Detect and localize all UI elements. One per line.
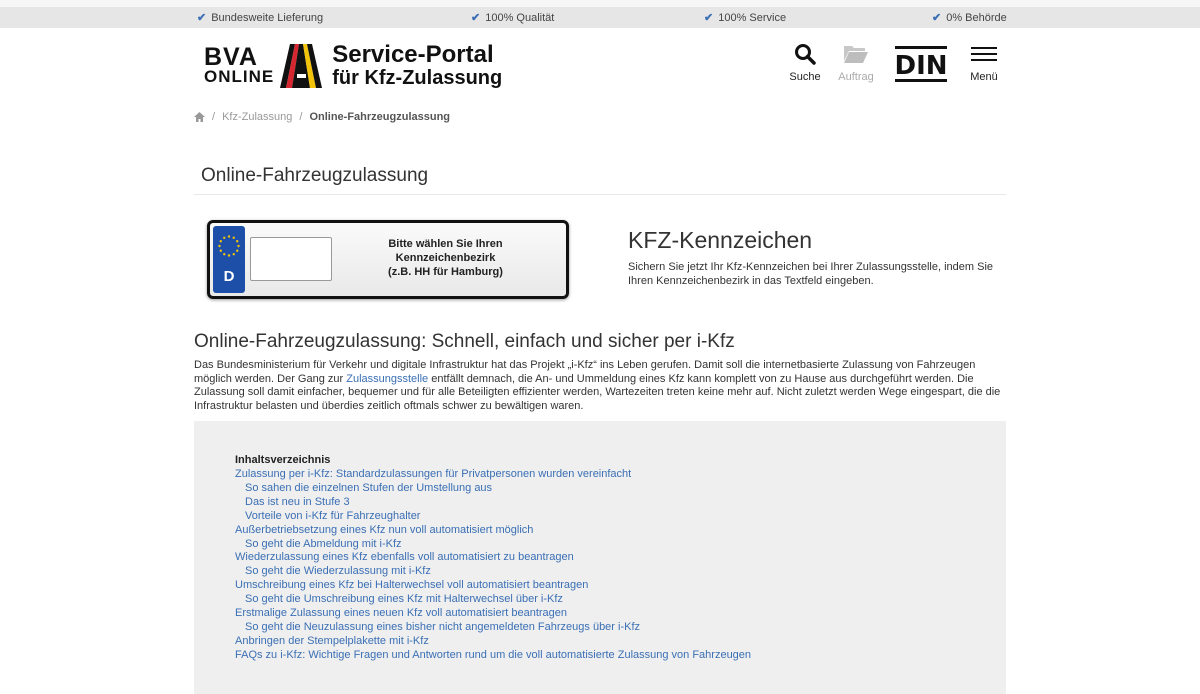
country-code: D — [223, 268, 235, 285]
main-heading: Online-Fahrzeugzulassung: Schnell, einfa… — [194, 331, 735, 352]
plate-hint: Bitte wählen Sie Ihren Kennzeichenbezirk… — [338, 237, 553, 279]
logo-bva: BVA — [204, 43, 258, 71]
check-icon: ✔ — [932, 12, 942, 24]
toc-item-link[interactable]: Zulassung per i-Kfz: Standardzulassungen… — [235, 468, 751, 482]
toc-list: Zulassung per i-Kfz: Standardzulassungen… — [235, 468, 751, 663]
usp-label: 100% Qualität — [485, 11, 555, 24]
toc-subitem-link[interactable]: So geht die Neuzulassung eines bisher ni… — [235, 621, 751, 635]
license-plate-widget: D Bitte wählen Sie Ihren Kennzeichenbezi… — [207, 220, 569, 299]
toc-item-link[interactable]: Umschreibung eines Kfz bei Halterwechsel… — [235, 579, 751, 593]
breadcrumb-separator: / — [212, 111, 216, 123]
toc-item-link[interactable]: Anbringen der Stempelplakette mit i-Kfz — [235, 635, 751, 649]
site-logo[interactable]: BVA ONLINE Service-Portal für Kfz-Zulass… — [204, 41, 503, 90]
district-input[interactable] — [250, 237, 332, 281]
logo-portal-line1: Service-Portal — [332, 41, 494, 68]
usp-label: 0% Behörde — [946, 11, 1007, 24]
zulassungsstelle-link[interactable]: Zulassungsstelle — [346, 373, 428, 385]
usp-item: ✔ 100% Service — [704, 11, 787, 25]
toc-title: Inhaltsverzeichnis — [235, 454, 331, 466]
kfz-title: KFZ-Kennzeichen — [628, 227, 813, 253]
toc-subitem-link[interactable]: So geht die Abmeldung mit i-Kfz — [235, 538, 751, 552]
page-title-box: Online-Fahrzeugzulassung — [194, 161, 1006, 195]
toc-subitem-link[interactable]: So geht die Wiederzulassung mit i-Kfz — [235, 565, 751, 579]
check-icon: ✔ — [471, 12, 481, 24]
search-button[interactable]: Suche — [788, 43, 822, 83]
folder-icon — [844, 46, 868, 63]
site-header: BVA ONLINE Service-Portal für Kfz-Zulass… — [0, 28, 1200, 96]
toc-item-link[interactable]: FAQs zu i-Kfz: Wichtige Fragen und Antwo… — [235, 649, 751, 663]
logo-portal-line2: für Kfz-Zulassung — [332, 67, 503, 89]
usp-item: ✔ 0% Behörde — [932, 11, 1007, 25]
din-label: DIN — [895, 51, 947, 81]
usp-label: Bundesweite Lieferung — [211, 11, 324, 24]
kfz-text: Sichern Sie jetzt Ihr Kfz-Kennzeichen be… — [628, 261, 994, 287]
toc-subitem-link[interactable]: So sahen die einzelnen Stufen der Umstel… — [235, 482, 751, 496]
kfz-info: KFZ-Kennzeichen Sichern Sie jetzt Ihr Kf… — [628, 226, 1008, 288]
eu-stars-icon — [218, 235, 240, 257]
intro-paragraph: Das Bundesministerium für Verkehr und di… — [194, 359, 1006, 414]
usp-item: ✔ Bundesweite Lieferung — [197, 11, 324, 25]
menu-button[interactable]: Menü — [969, 43, 999, 83]
logo-online: ONLINE — [204, 67, 275, 86]
table-of-contents: Inhaltsverzeichnis Zulassung per i-Kfz: … — [194, 421, 1006, 694]
toc-subitem-link[interactable]: Das ist neu in Stufe 3 — [235, 496, 751, 510]
toc-item-link[interactable]: Außerbetriebsetzung eines Kfz nun voll a… — [235, 524, 751, 538]
order-button[interactable]: Auftrag — [836, 43, 876, 83]
breadcrumb-current: Online-Fahrzeugzulassung — [309, 111, 451, 123]
din-logo-icon[interactable]: DIN — [895, 46, 947, 82]
page-title: Online-Fahrzeugzulassung — [201, 165, 429, 186]
breadcrumb-link[interactable]: Kfz-Zulassung — [222, 111, 292, 123]
order-label: Auftrag — [838, 71, 874, 83]
usp-bar: ✔ Bundesweite Lieferung ✔ 100% Qualität … — [0, 7, 1200, 28]
plate-hint-line2: (z.B. HH für Hamburg) — [388, 266, 503, 278]
breadcrumb: / Kfz-Zulassung / Online-Fahrzeugzulassu… — [194, 111, 450, 123]
hamburger-menu-icon — [971, 47, 997, 61]
plate-hint-line1: Bitte wählen Sie Ihren Kennzeichenbezirk — [388, 238, 503, 264]
page: ✔ Bundesweite Lieferung ✔ 100% Qualität … — [0, 7, 1200, 694]
toc-subitem-link[interactable]: Vorteile von i-Kfz für Fahrzeughalter — [235, 510, 751, 524]
search-label: Suche — [789, 71, 821, 83]
usp-label: 100% Service — [718, 11, 787, 24]
toc-item-link[interactable]: Erstmalige Zulassung eines neuen Kfz vol… — [235, 607, 751, 621]
toc-item-link[interactable]: Wiederzulassung eines Kfz ebenfalls voll… — [235, 551, 751, 565]
check-icon: ✔ — [197, 12, 207, 24]
logo-road-mark-icon — [280, 44, 323, 88]
breadcrumb-separator: / — [299, 111, 303, 123]
eu-band: D — [213, 226, 245, 293]
home-icon[interactable] — [194, 112, 205, 122]
toc-subitem-link[interactable]: So geht die Umschreibung eines Kfz mit H… — [235, 593, 751, 607]
search-icon — [795, 44, 816, 65]
menu-label: Menü — [970, 71, 998, 83]
check-icon: ✔ — [704, 12, 714, 24]
usp-item: ✔ 100% Qualität — [471, 11, 555, 25]
